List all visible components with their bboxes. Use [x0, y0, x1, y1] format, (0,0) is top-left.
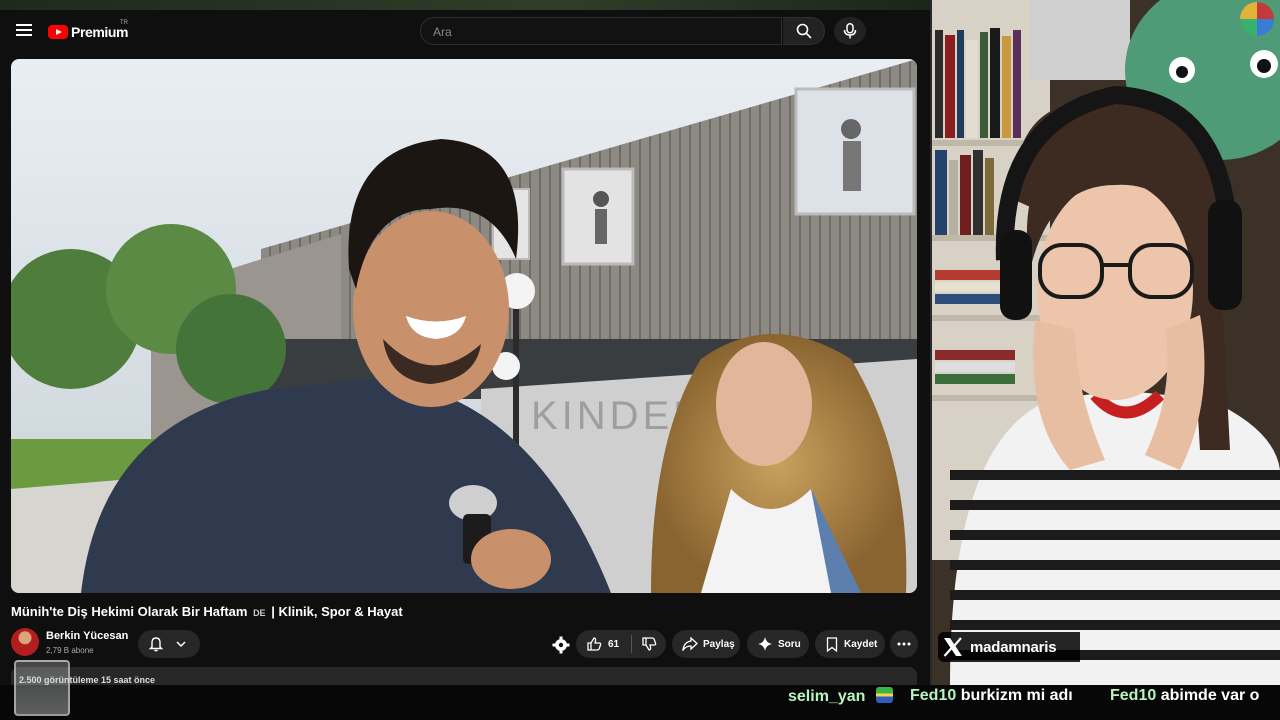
chat-username: selim_yan: [788, 688, 866, 705]
more-horizontal-icon: [897, 642, 911, 646]
glass-cup-overlay: [14, 660, 70, 716]
video-title: Münih'te Diş Hekimi Olarak Bir Haftam DE…: [11, 604, 403, 619]
like-count: 61: [608, 638, 620, 650]
dislike-button[interactable]: [632, 630, 666, 658]
ask-label: Soru: [778, 638, 801, 650]
country-code: TR: [120, 20, 128, 26]
extension-gear-icon[interactable]: [552, 636, 570, 654]
channel-name[interactable]: Berkin Yücesan: [46, 630, 128, 642]
bell-icon: [149, 637, 163, 652]
more-actions-button[interactable]: [890, 630, 918, 658]
language-badge: DE: [253, 608, 266, 618]
ask-button[interactable]: Soru: [747, 630, 809, 658]
voice-search-button[interactable]: [834, 17, 866, 45]
save-label: Kaydet: [844, 638, 878, 650]
panel-divider: [930, 0, 932, 685]
description-box[interactable]: 2.500 görüntüleme 15 saat önce: [11, 667, 917, 685]
search-icon: [796, 23, 812, 39]
logo-text: Premium: [71, 24, 129, 40]
chat-text: abimde var o: [1160, 687, 1260, 704]
channel-avatar[interactable]: [11, 628, 39, 656]
youtube-window: Premium TR Ara KINDER Münih'te Diş Hekim…: [0, 0, 930, 685]
x-logo-icon: [943, 637, 962, 657]
youtube-header: Premium TR: [0, 10, 930, 54]
search-input[interactable]: [431, 18, 775, 46]
window-top-edge: [0, 0, 930, 10]
video-title-text: Münih'te Diş Hekimi Olarak Bir Haftam: [11, 604, 248, 619]
chat-text: burkizm mi adı: [960, 687, 1073, 704]
streamer-logo-icon: [1240, 2, 1274, 36]
youtube-play-icon: [48, 25, 68, 39]
search-button[interactable]: [783, 17, 825, 45]
save-button[interactable]: Kaydet: [815, 630, 885, 658]
thumbs-down-icon: [642, 637, 657, 651]
x-handle: madamnaris: [970, 638, 1057, 656]
chat-message: Fed10 burkizm mi adı: [910, 687, 1073, 705]
share-icon: [682, 637, 698, 651]
video-player[interactable]: KINDER: [11, 59, 917, 593]
chat-emote-icon: [875, 687, 893, 703]
share-label: Paylaş: [703, 638, 735, 650]
sparkle-icon: [758, 637, 772, 651]
menu-icon[interactable]: [16, 22, 32, 36]
like-dislike-group: 61: [576, 630, 666, 658]
microphone-icon: [843, 23, 857, 39]
chat-username: Fed10: [1110, 687, 1157, 704]
bookmark-icon: [826, 636, 838, 652]
notification-bell-button[interactable]: [138, 630, 200, 658]
x-social-badge: madamnaris: [938, 632, 1080, 662]
chevron-down-icon: [176, 641, 186, 648]
chat-message: selim_yan: [788, 687, 893, 706]
webcam-scene: [930, 0, 1280, 685]
chat-message: Fed10 abimde var o: [1110, 687, 1259, 705]
video-frame: KINDER: [11, 59, 917, 593]
thumbs-up-icon: [587, 637, 602, 651]
chat-overlay-bar: [0, 685, 1280, 720]
video-title-suffix: | Klinik, Spor & Hayat: [271, 604, 403, 619]
like-button[interactable]: 61: [576, 630, 631, 658]
subscriber-count: 2,79 B abone: [46, 646, 94, 655]
webcam-feed: [930, 0, 1280, 685]
share-button[interactable]: Paylaş: [672, 630, 740, 658]
search-box: [420, 17, 782, 46]
chat-username: Fed10: [910, 687, 957, 704]
youtube-premium-logo[interactable]: Premium: [48, 22, 129, 42]
